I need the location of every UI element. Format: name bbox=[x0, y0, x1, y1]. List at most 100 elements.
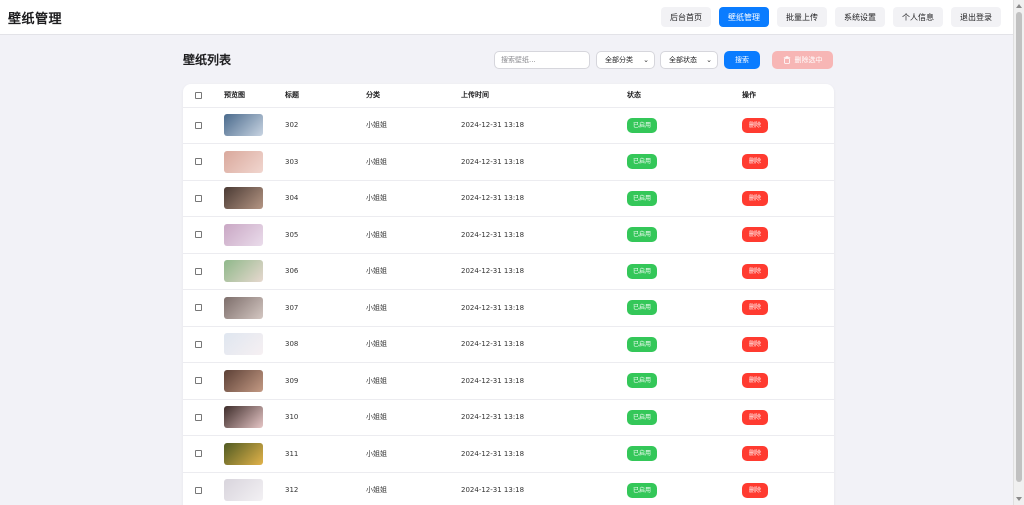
delete-button[interactable]: 删除 bbox=[742, 482, 769, 498]
row-checkbox[interactable] bbox=[195, 450, 202, 458]
category-select[interactable]: 全部分类 ⌄ bbox=[596, 51, 655, 69]
status-badge[interactable]: 已启用 bbox=[627, 482, 658, 498]
delete-button[interactable]: 删除 bbox=[742, 263, 769, 279]
delete-button[interactable]: 删除 bbox=[742, 154, 769, 170]
select-all-checkbox[interactable] bbox=[195, 91, 202, 99]
status-badge[interactable]: 已启用 bbox=[627, 336, 658, 352]
row-select-cell bbox=[183, 435, 224, 473]
status-badge[interactable]: 已启用 bbox=[627, 117, 658, 133]
status-badge[interactable]: 已启用 bbox=[627, 446, 658, 462]
row-checkbox[interactable] bbox=[195, 413, 202, 421]
wallpaper-thumbnail[interactable] bbox=[224, 260, 263, 283]
table-header-row: 预览图 标题 分类 上传时间 状态 操作 bbox=[183, 84, 834, 108]
title-cell: 307 bbox=[285, 289, 366, 327]
scroll-up-arrow-icon[interactable] bbox=[1016, 4, 1022, 8]
delete-button[interactable]: 删除 bbox=[742, 227, 769, 243]
preview-cell bbox=[224, 472, 285, 505]
status-cell: 已启用 bbox=[627, 435, 742, 473]
wallpaper-table: 预览图 标题 分类 上传时间 状态 操作 302 小姐姐 2024-12-31 13… bbox=[183, 84, 834, 505]
row-checkbox[interactable] bbox=[195, 377, 202, 385]
column-header-status: 状态 bbox=[627, 84, 742, 108]
status-badge[interactable]: 已启用 bbox=[627, 227, 658, 243]
category-cell: 小姐姐 bbox=[366, 180, 461, 217]
page: 壁纸管理 后台首页壁纸管理批量上传系统设置个人信息退出登录 壁纸列表 全部分类 … bbox=[0, 0, 1024, 505]
search-input[interactable] bbox=[494, 51, 590, 69]
scroll-down-arrow-icon[interactable] bbox=[1016, 497, 1022, 501]
upload-time-cell: 2024-12-31 13:18 bbox=[461, 253, 627, 290]
preview-cell bbox=[224, 362, 285, 400]
delete-button[interactable]: 删除 bbox=[742, 373, 769, 389]
nav-button[interactable]: 后台首页 bbox=[661, 7, 711, 27]
preview-cell bbox=[224, 435, 285, 473]
wallpaper-thumbnail[interactable] bbox=[224, 333, 263, 356]
wallpaper-thumbnail[interactable] bbox=[224, 296, 263, 319]
column-header-upload-time: 上传时间 bbox=[461, 84, 627, 108]
preview-cell bbox=[224, 253, 285, 290]
delete-button[interactable]: 删除 bbox=[742, 300, 769, 316]
page-scrollbar[interactable] bbox=[1013, 0, 1024, 505]
row-checkbox[interactable] bbox=[195, 121, 202, 129]
wallpaper-thumbnail[interactable] bbox=[224, 150, 263, 173]
top-nav-bar: 壁纸管理 后台首页 壁纸管理 批量上传 系统设置 个人信息 退出登录 bbox=[0, 0, 1013, 35]
upload-time-cell: 2024-12-31 13:18 bbox=[461, 399, 627, 436]
status-select[interactable]: 全部状态 ⌄ bbox=[660, 51, 718, 69]
delete-button[interactable]: 删除 bbox=[742, 117, 769, 133]
upload-time-cell: 2024-12-31 13:18 bbox=[461, 472, 627, 505]
wallpaper-thumbnail[interactable] bbox=[224, 223, 263, 246]
main-content: 壁纸列表 全部分类 ⌄ 全部状态 ⌄ 搜索 删除选中 bbox=[183, 48, 834, 505]
actions-cell: 删除 bbox=[742, 362, 834, 400]
row-checkbox[interactable] bbox=[195, 158, 202, 166]
search-button[interactable]: 搜索 bbox=[724, 51, 760, 69]
title-cell: 303 bbox=[285, 143, 366, 181]
row-checkbox[interactable] bbox=[195, 486, 202, 494]
bulk-delete-label: 删除选中 bbox=[794, 56, 823, 64]
nav-button[interactable]: 系统设置 bbox=[835, 7, 885, 27]
table-row: 312 小姐姐 2024-12-31 13:18 已启用 删除 bbox=[183, 472, 834, 505]
actions-cell: 删除 bbox=[742, 399, 834, 436]
delete-button[interactable]: 删除 bbox=[742, 409, 769, 425]
table-row: 303 小姐姐 2024-12-31 13:18 已启用 删除 bbox=[183, 143, 834, 181]
status-badge[interactable]: 已启用 bbox=[627, 300, 658, 316]
delete-button[interactable]: 删除 bbox=[742, 190, 769, 206]
row-checkbox[interactable] bbox=[195, 304, 202, 312]
nav-button[interactable]: 壁纸管理 bbox=[719, 7, 769, 27]
nav-button[interactable]: 个人信息 bbox=[893, 7, 943, 27]
wallpaper-thumbnail[interactable] bbox=[224, 479, 263, 502]
status-badge[interactable]: 已启用 bbox=[627, 263, 658, 279]
column-header-title: 标题 bbox=[285, 84, 366, 108]
wallpaper-thumbnail[interactable] bbox=[224, 114, 263, 137]
nav-button[interactable]: 退出登录 bbox=[951, 7, 1001, 27]
status-badge[interactable]: 已启用 bbox=[627, 190, 658, 206]
row-select-cell bbox=[183, 107, 224, 144]
actions-cell: 删除 bbox=[742, 180, 834, 217]
scrollbar-thumb[interactable] bbox=[1016, 12, 1022, 482]
chevron-down-icon: ⌄ bbox=[706, 56, 712, 64]
status-badge[interactable]: 已启用 bbox=[627, 409, 658, 425]
delete-button[interactable]: 删除 bbox=[742, 446, 769, 462]
row-checkbox[interactable] bbox=[195, 267, 202, 275]
upload-time-cell: 2024-12-31 13:18 bbox=[461, 435, 627, 473]
title-cell: 306 bbox=[285, 253, 366, 290]
nav-button[interactable]: 批量上传 bbox=[777, 7, 827, 27]
bulk-delete-button[interactable]: 删除选中 bbox=[772, 51, 833, 69]
status-cell: 已启用 bbox=[627, 472, 742, 505]
row-select-cell bbox=[183, 143, 224, 181]
title-cell: 309 bbox=[285, 362, 366, 400]
title-cell: 310 bbox=[285, 399, 366, 436]
status-badge[interactable]: 已启用 bbox=[627, 373, 658, 389]
nav-menu: 后台首页 壁纸管理 批量上传 系统设置 个人信息 退出登录 bbox=[661, 7, 1001, 27]
wallpaper-thumbnail[interactable] bbox=[224, 187, 263, 210]
row-checkbox[interactable] bbox=[195, 340, 202, 348]
wallpaper-thumbnail[interactable] bbox=[224, 406, 263, 429]
row-checkbox[interactable] bbox=[195, 194, 202, 202]
category-cell: 小姐姐 bbox=[366, 399, 461, 436]
status-badge[interactable]: 已启用 bbox=[627, 154, 658, 170]
status-cell: 已启用 bbox=[627, 180, 742, 217]
status-cell: 已启用 bbox=[627, 253, 742, 290]
category-select-value: 全部分类 bbox=[605, 56, 633, 64]
row-checkbox[interactable] bbox=[195, 231, 202, 239]
wallpaper-thumbnail[interactable] bbox=[224, 369, 263, 392]
status-cell: 已启用 bbox=[627, 289, 742, 327]
wallpaper-thumbnail[interactable] bbox=[224, 442, 263, 465]
delete-button[interactable]: 删除 bbox=[742, 336, 769, 352]
